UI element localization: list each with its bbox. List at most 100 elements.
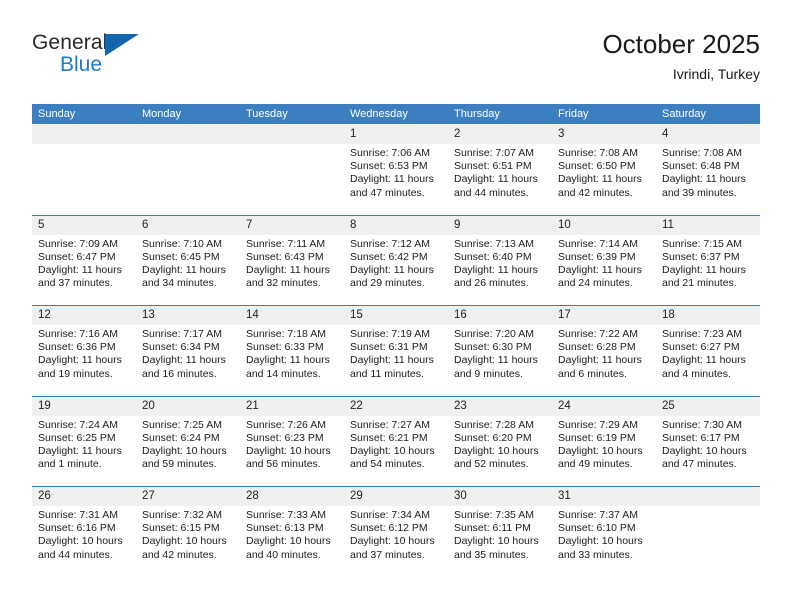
day-info-line: Sunset: 6:47 PM: [38, 250, 116, 263]
day-info-line: Sunset: 6:10 PM: [558, 522, 636, 535]
day-info-line: and 19 minutes.: [38, 367, 113, 380]
day-number: 15: [344, 306, 448, 325]
calendar-week-row: 12 Sunrise: 7:16 AM Sunset: 6:36 PM Dayligh…: [32, 305, 760, 396]
day-info-line: Daylight: 11 hours: [558, 173, 642, 186]
calendar-day-cell[interactable]: 30 Sunrise: 7:35 AM Sunset: 6:11 PM Dayligh…: [448, 487, 552, 577]
day-info-line: and 34 minutes.: [142, 277, 217, 290]
triangle-icon: [105, 34, 139, 56]
day-info-line: Daylight: 11 hours: [246, 354, 330, 367]
day-info-line: Daylight: 11 hours: [662, 173, 746, 186]
day-info-line: and 44 minutes.: [454, 186, 529, 199]
day-info-line: Sunset: 6:42 PM: [350, 250, 428, 263]
calendar-day-cell[interactable]: 15 Sunrise: 7:19 AM Sunset: 6:31 PM Dayligh…: [344, 306, 448, 396]
day-info-line: Sunrise: 7:30 AM: [662, 418, 742, 431]
day-info-line: Sunrise: 7:37 AM: [558, 509, 638, 521]
calendar-day-cell[interactable]: 10 Sunrise: 7:14 AM Sunset: 6:39 PM Dayligh…: [552, 215, 656, 306]
page-subtitle: Ivrindi, Turkey: [672, 66, 760, 82]
calendar-day-cell[interactable]: 13 Sunrise: 7:17 AM Sunset: 6:34 PM Dayligh…: [136, 306, 240, 396]
day-sun-info: Sunrise: 7:28 AM Sunset: 6:20 PM Daylight:…: [448, 416, 552, 472]
day-number: 16: [448, 306, 552, 325]
day-info-line: and 35 minutes.: [454, 548, 529, 561]
day-info-line: Sunrise: 7:20 AM: [454, 328, 534, 340]
calendar-day-cell[interactable]: 18 Sunrise: 7:23 AM Sunset: 6:27 PM Dayligh…: [656, 306, 760, 396]
calendar-day-cell[interactable]: 16 Sunrise: 7:20 AM Sunset: 6:30 PM Dayligh…: [448, 306, 552, 396]
day-info-line: Sunrise: 7:17 AM: [142, 328, 222, 340]
day-info-line: Sunset: 6:24 PM: [142, 431, 220, 444]
day-info-line: Sunset: 6:11 PM: [454, 522, 531, 535]
day-number: 3: [552, 125, 656, 144]
calendar-day-cell[interactable]: 25 Sunrise: 7:30 AM Sunset: 6:17 PM Dayligh…: [656, 396, 760, 487]
calendar-day-cell[interactable]: 8 Sunrise: 7:12 AM Sunset: 6:42 PM Daylight…: [344, 215, 448, 306]
day-number: 30: [448, 487, 552, 506]
calendar-day-cell[interactable]: 27 Sunrise: 7:32 AM Sunset: 6:15 PM Dayligh…: [136, 487, 240, 577]
calendar-day-cell[interactable]: 1 Sunrise: 7:06 AM Sunset: 6:53 PM Daylight…: [344, 125, 448, 215]
calendar-day-cell[interactable]: 29 Sunrise: 7:34 AM Sunset: 6:12 PM Dayligh…: [344, 487, 448, 577]
calendar-day-cell[interactable]: 3 Sunrise: 7:08 AM Sunset: 6:50 PM Daylight…: [552, 125, 656, 215]
calendar-day-cell[interactable]: 28 Sunrise: 7:33 AM Sunset: 6:13 PM Dayligh…: [240, 487, 344, 577]
calendar-day-cell[interactable]: 31 Sunrise: 7:37 AM Sunset: 6:10 PM Dayligh…: [552, 487, 656, 577]
day-sun-info: Sunrise: 7:30 AM Sunset: 6:17 PM Daylight:…: [656, 416, 760, 472]
calendar-day-cell[interactable]: 11 Sunrise: 7:15 AM Sunset: 6:37 PM Dayligh…: [656, 215, 760, 306]
day-info-line: and 37 minutes.: [350, 548, 425, 561]
day-number: 1: [344, 125, 448, 144]
brand-name-blue: Blue: [60, 53, 103, 76]
day-info-line: Sunrise: 7:33 AM: [246, 509, 326, 521]
day-number: 20: [136, 396, 240, 416]
day-info-line: Daylight: 10 hours: [454, 444, 539, 457]
calendar-day-cell[interactable]: 7 Sunrise: 7:11 AM Sunset: 6:43 PM Daylight…: [240, 215, 344, 306]
day-info-line: Daylight: 10 hours: [350, 444, 435, 457]
calendar-day-cell[interactable]: 12 Sunrise: 7:16 AM Sunset: 6:36 PM Dayligh…: [32, 306, 136, 396]
calendar-day-cell[interactable]: 24 Sunrise: 7:29 AM Sunset: 6:19 PM Dayligh…: [552, 396, 656, 487]
day-sun-info: Sunrise: 7:16 AM Sunset: 6:36 PM Daylight:…: [32, 325, 136, 381]
calendar-day-cell[interactable]: 14 Sunrise: 7:18 AM Sunset: 6:33 PM Dayligh…: [240, 306, 344, 396]
day-info-line: and 47 minutes.: [350, 186, 425, 199]
calendar-week-row: 1 Sunrise: 7:06 AM Sunset: 6:53 PM Daylight…: [32, 124, 760, 215]
day-number: 29: [344, 487, 448, 506]
weekday-header-thursday: Thursday: [454, 108, 500, 120]
calendar-day-cell[interactable]: 23 Sunrise: 7:28 AM Sunset: 6:20 PM Dayligh…: [448, 396, 552, 487]
day-number: 21: [240, 396, 344, 416]
day-info-line: Sunrise: 7:31 AM: [38, 509, 118, 521]
day-info-line: and 32 minutes.: [246, 277, 321, 290]
brand-logo[interactable]: General Blue: [32, 32, 262, 76]
calendar-day-cell[interactable]: 26 Sunrise: 7:31 AM Sunset: 6:16 PM Dayligh…: [32, 487, 136, 577]
day-sun-info: Sunrise: 7:26 AM Sunset: 6:23 PM Daylight:…: [240, 416, 344, 472]
day-number: 8: [344, 215, 448, 235]
calendar-day-cell[interactable]: 17 Sunrise: 7:22 AM Sunset: 6:28 PM Dayligh…: [552, 306, 656, 396]
calendar-day-cell[interactable]: 21 Sunrise: 7:26 AM Sunset: 6:23 PM Dayligh…: [240, 396, 344, 487]
day-info-line: Sunset: 6:51 PM: [454, 160, 532, 173]
calendar-day-cell[interactable]: 5 Sunrise: 7:09 AM Sunset: 6:47 PM Daylight…: [32, 215, 136, 306]
day-info-line: Sunrise: 7:32 AM: [142, 509, 222, 521]
day-number: [32, 125, 136, 144]
day-number: 25: [656, 396, 760, 416]
calendar-day-cell[interactable]: 22 Sunrise: 7:27 AM Sunset: 6:21 PM Dayligh…: [344, 396, 448, 487]
day-number: 22: [344, 396, 448, 416]
calendar-day-cell[interactable]: 19 Sunrise: 7:24 AM Sunset: 6:25 PM Dayligh…: [32, 396, 136, 487]
calendar-day-cell[interactable]: 2 Sunrise: 7:07 AM Sunset: 6:51 PM Daylight…: [448, 125, 552, 215]
day-info-line: Daylight: 10 hours: [454, 535, 539, 548]
weekday-header-tuesday: Tuesday: [246, 108, 288, 120]
day-info-line: Sunset: 6:20 PM: [454, 431, 532, 444]
calendar-day-cell[interactable]: 6 Sunrise: 7:10 AM Sunset: 6:45 PM Daylight…: [136, 215, 240, 306]
day-info-line: and 14 minutes.: [246, 367, 321, 380]
day-info-line: and 11 minutes.: [350, 367, 424, 380]
day-sun-info: Sunrise: 7:34 AM Sunset: 6:12 PM Daylight:…: [344, 506, 448, 562]
day-info-line: Daylight: 10 hours: [142, 444, 227, 457]
day-info-line: Sunrise: 7:22 AM: [558, 328, 638, 340]
day-number: 14: [240, 306, 344, 325]
day-info-line: Sunrise: 7:14 AM: [558, 237, 638, 250]
day-sun-info: [656, 506, 760, 509]
calendar-day-cell[interactable]: 20 Sunrise: 7:25 AM Sunset: 6:24 PM Dayligh…: [136, 396, 240, 487]
calendar-day-cell[interactable]: 9 Sunrise: 7:13 AM Sunset: 6:40 PM Daylight…: [448, 215, 552, 306]
weekday-header-friday: Friday: [558, 108, 589, 120]
calendar-week-row: 5 Sunrise: 7:09 AM Sunset: 6:47 PM Daylight…: [32, 214, 760, 306]
calendar-day-cell[interactable]: 4 Sunrise: 7:08 AM Sunset: 6:48 PM Daylight…: [656, 125, 760, 215]
day-info-line: and 39 minutes.: [662, 186, 737, 199]
day-info-line: and 16 minutes.: [142, 367, 217, 380]
day-info-line: Sunset: 6:31 PM: [350, 341, 428, 354]
day-info-line: Sunset: 6:25 PM: [38, 431, 116, 444]
day-number: 13: [136, 306, 240, 325]
day-sun-info: Sunrise: 7:22 AM Sunset: 6:28 PM Daylight:…: [552, 325, 656, 381]
day-info-line: Sunrise: 7:15 AM: [662, 237, 742, 250]
day-info-line: Sunset: 6:50 PM: [558, 160, 636, 173]
